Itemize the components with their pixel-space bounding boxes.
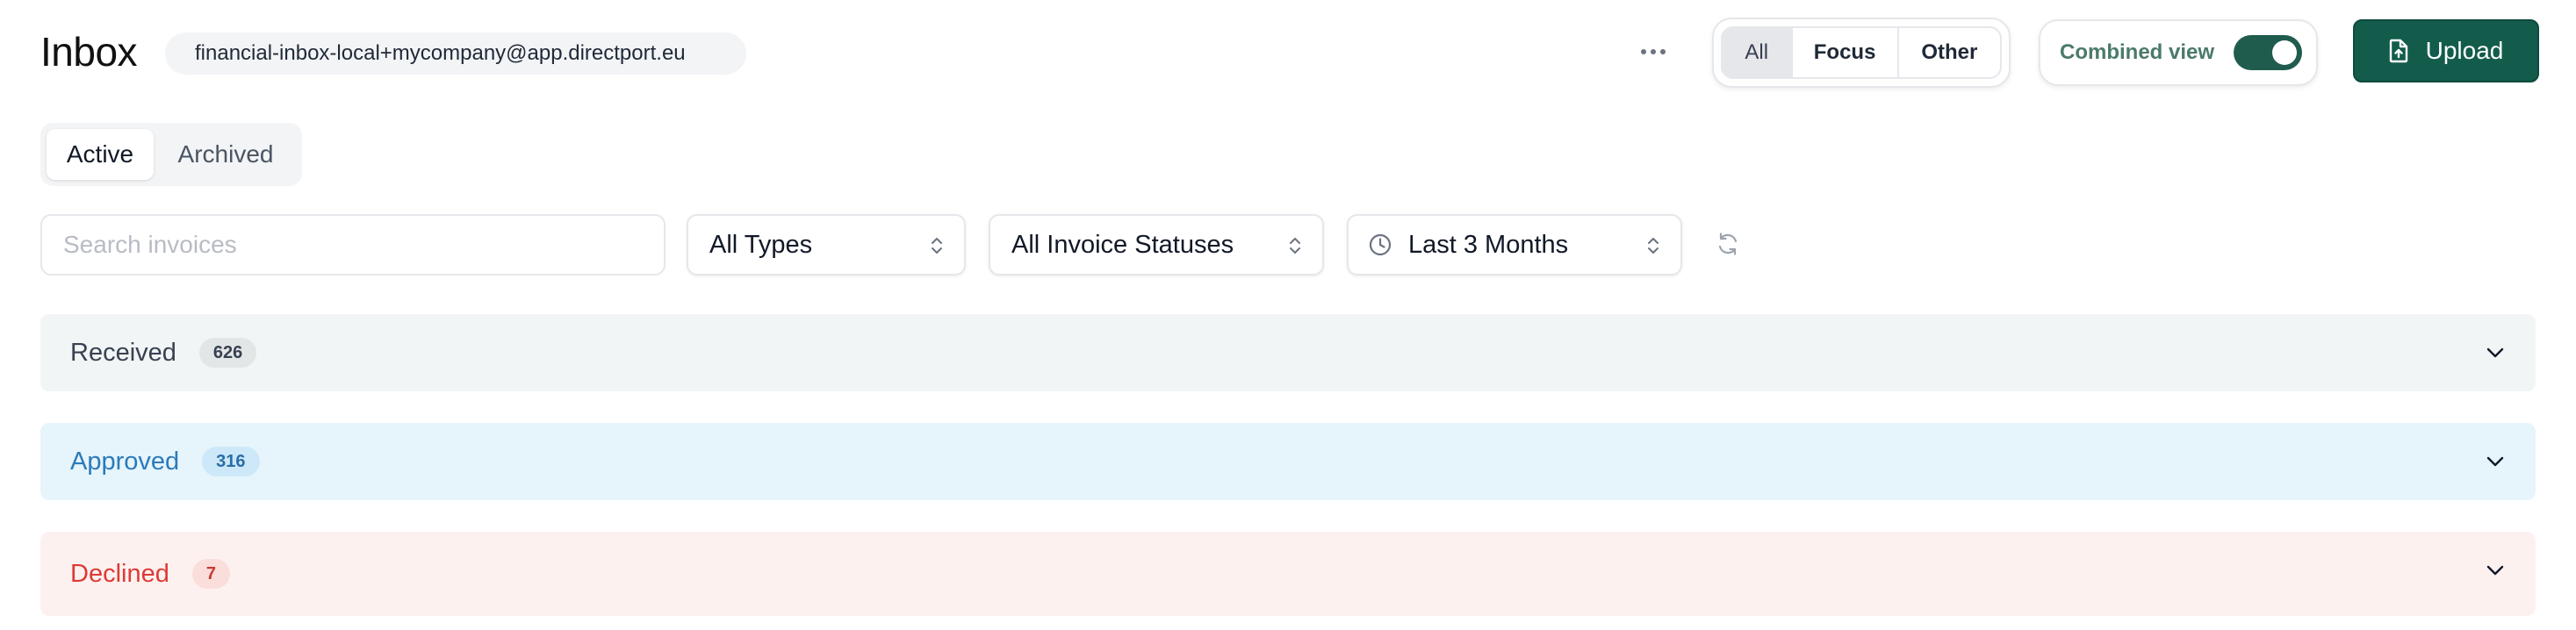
type-select[interactable]: All Types: [687, 214, 966, 276]
chevron-up-down-icon: [932, 238, 942, 254]
refresh-icon: [1718, 233, 1738, 255]
segment-focus[interactable]: Focus: [1793, 28, 1899, 77]
more-options-button[interactable]: [1633, 33, 1673, 70]
section-declined[interactable]: Declined 7: [40, 532, 2536, 616]
more-horizontal-icon: [1651, 49, 1656, 54]
tab-archived[interactable]: Archived: [159, 129, 292, 180]
status-select-value: All Invoice Statuses: [1011, 230, 1234, 259]
refresh-button[interactable]: [1710, 226, 1745, 261]
chevron-up-down-icon: [1290, 238, 1300, 254]
upload-button-label: Upload: [2425, 37, 2504, 64]
section-received[interactable]: Received 626: [40, 314, 2536, 391]
more-horizontal-icon: [1641, 49, 1646, 54]
inbox-filter-segmented-control: All Focus Other: [1712, 18, 2011, 88]
combined-view-toggle[interactable]: [2234, 35, 2303, 70]
more-horizontal-icon: [1660, 49, 1666, 54]
toggle-knob: [2272, 40, 2298, 65]
section-approved[interactable]: Approved 316: [40, 423, 2536, 500]
section-label: Declined: [70, 559, 169, 588]
chevron-down-icon: [2486, 347, 2504, 358]
page-title: Inbox: [40, 29, 138, 75]
search-input[interactable]: [40, 214, 666, 276]
status-select[interactable]: All Invoice Statuses: [989, 214, 1324, 276]
section-label: Received: [70, 338, 176, 367]
inbox-tabs: Active Archived: [40, 123, 302, 186]
file-upload-icon: [2389, 39, 2407, 63]
segmented-control-inner: All Focus Other: [1721, 26, 2002, 79]
upload-button[interactable]: Upload: [2353, 19, 2539, 82]
chevron-down-icon: [2486, 565, 2504, 576]
date-range-value: Last 3 Months: [1408, 230, 1569, 259]
chevron-up-down-icon: [1648, 238, 1659, 254]
chevron-down-icon: [2486, 456, 2504, 467]
type-select-value: All Types: [709, 230, 813, 259]
tab-active[interactable]: Active: [47, 129, 154, 180]
date-range-select[interactable]: Last 3 Months: [1347, 214, 1682, 276]
inbox-email-chip: financial-inbox-local+mycompany@app.dire…: [165, 32, 746, 75]
combined-view-label: Combined view: [2060, 40, 2215, 64]
clock-icon: [1369, 233, 1392, 256]
inbox-page: Inbox financial-inbox-local+mycompany@ap…: [0, 0, 2576, 630]
segment-other[interactable]: Other: [1899, 28, 2000, 77]
combined-view-control: Combined view: [2039, 19, 2318, 86]
section-label: Approved: [70, 447, 180, 476]
count-badge: 626: [198, 338, 257, 368]
count-badge: 7: [191, 559, 230, 589]
segment-all[interactable]: All: [1723, 28, 1793, 77]
count-badge: 316: [202, 447, 260, 476]
